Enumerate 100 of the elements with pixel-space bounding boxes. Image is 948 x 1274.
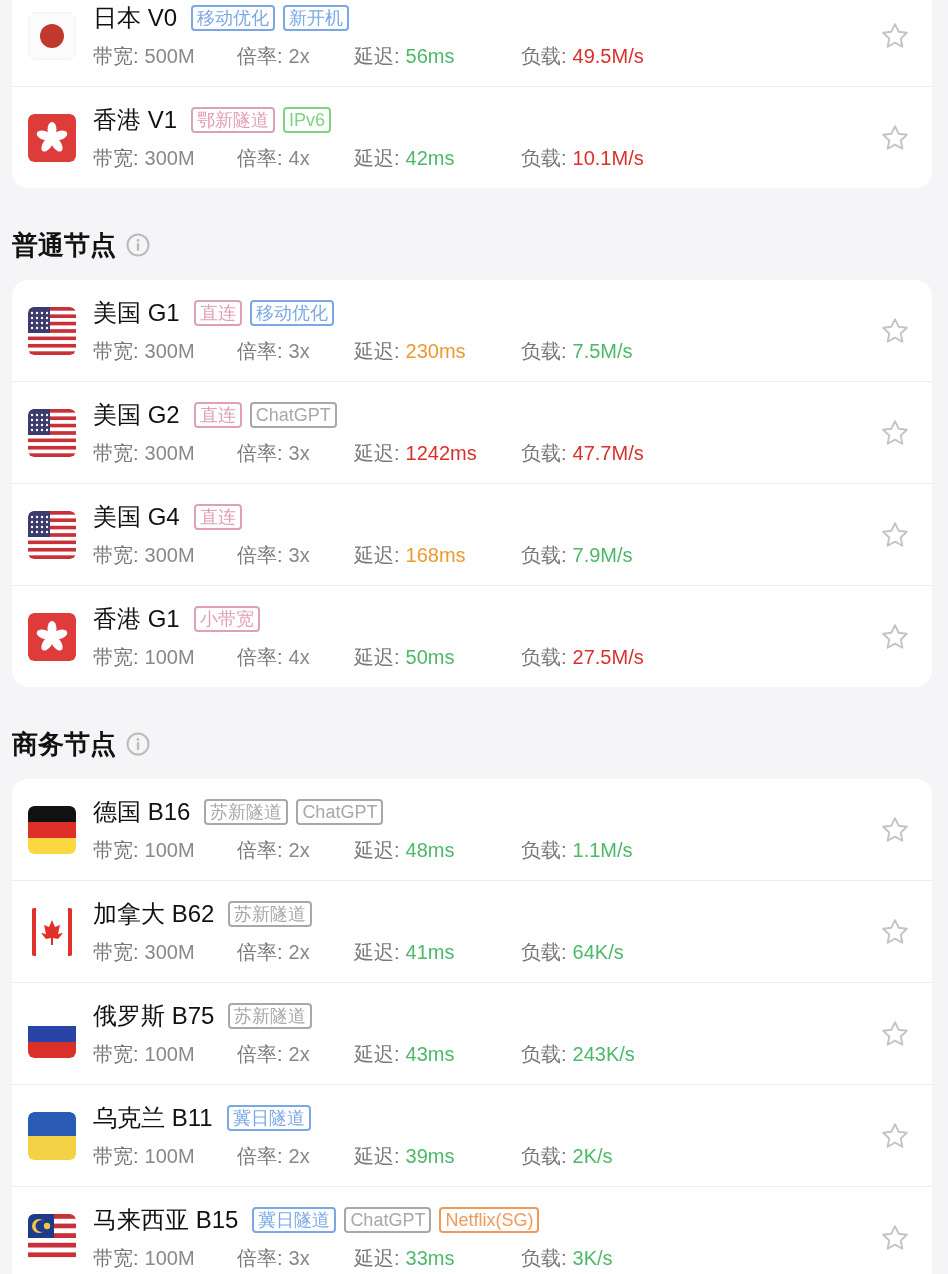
metric-value: 3x bbox=[288, 1246, 310, 1271]
metric-value: 300M bbox=[144, 543, 195, 568]
star-icon[interactable] bbox=[880, 417, 910, 448]
metric-value: 7.5M/s bbox=[572, 339, 633, 364]
metric-value: 100M bbox=[144, 1042, 195, 1067]
metric-label: 带宽: bbox=[93, 441, 139, 466]
node-name: 乌克兰 B11 bbox=[93, 1103, 213, 1133]
metric-value: 3x bbox=[288, 339, 310, 364]
metric-label: 延迟: bbox=[354, 339, 400, 364]
metric-value: 4x bbox=[288, 645, 310, 670]
metric-value: 243K/s bbox=[572, 1042, 635, 1067]
node-tag: 苏新隧道 bbox=[204, 799, 289, 825]
star-icon[interactable] bbox=[880, 1120, 910, 1151]
metric-label: 延迟: bbox=[354, 645, 400, 670]
metric-label: 带宽: bbox=[93, 44, 139, 69]
flag-icon bbox=[28, 510, 76, 559]
node-name: 加拿大 B62 bbox=[93, 899, 215, 929]
metric-label: 负载: bbox=[521, 1246, 567, 1271]
node-tag: ChatGPT bbox=[344, 1207, 432, 1233]
node-tag: 冀日隧道 bbox=[226, 1105, 311, 1131]
node-name: 美国 G1 bbox=[93, 298, 180, 328]
metric-value: 2x bbox=[288, 1042, 310, 1067]
flag-icon bbox=[28, 408, 76, 457]
metric-value: 168ms bbox=[405, 543, 466, 568]
metric-value: 1242ms bbox=[405, 441, 477, 466]
metric-value: 100M bbox=[144, 1246, 195, 1271]
metric-value: 300M bbox=[144, 146, 195, 171]
metric-value: 64K/s bbox=[572, 940, 624, 965]
node-tag: 小带宽 bbox=[193, 606, 260, 632]
metric-label: 负载: bbox=[521, 44, 567, 69]
info-icon[interactable] bbox=[126, 233, 150, 257]
star-icon[interactable] bbox=[880, 122, 910, 153]
star-icon[interactable] bbox=[880, 621, 910, 652]
metric-label: 延迟: bbox=[354, 441, 400, 466]
metric-value: 43ms bbox=[405, 1042, 455, 1067]
metric-label: 倍率: bbox=[237, 44, 283, 69]
node-tag: 苏新隧道 bbox=[228, 901, 313, 927]
metric-label: 倍率: bbox=[237, 1042, 283, 1067]
metric-value: 56ms bbox=[405, 44, 455, 69]
node-name: 马来西亚 B15 bbox=[93, 1205, 239, 1235]
info-icon[interactable] bbox=[126, 732, 150, 756]
node-tag: 冀日隧道 bbox=[252, 1207, 337, 1233]
node-name: 香港 V1 bbox=[93, 105, 178, 135]
metric-label: 延迟: bbox=[354, 940, 400, 965]
section-title: 普通节点 bbox=[12, 230, 116, 260]
star-icon[interactable] bbox=[880, 1018, 910, 1049]
node-tag: 移动优化 bbox=[249, 300, 334, 326]
metric-value: 500M bbox=[144, 44, 195, 69]
metric-label: 延迟: bbox=[354, 146, 400, 171]
metric-label: 倍率: bbox=[237, 1246, 283, 1271]
node-tag: IPv6 bbox=[283, 107, 332, 133]
star-icon[interactable] bbox=[880, 1222, 910, 1253]
metric-value: 2x bbox=[288, 1144, 310, 1169]
metric-label: 带宽: bbox=[93, 838, 139, 863]
metric-label: 带宽: bbox=[93, 146, 139, 171]
metric-label: 负载: bbox=[521, 940, 567, 965]
metric-label: 带宽: bbox=[93, 1246, 139, 1271]
metric-value: 300M bbox=[144, 441, 195, 466]
node-tag: 新开机 bbox=[283, 5, 350, 31]
metric-value: 10.1M/s bbox=[572, 146, 644, 171]
metric-value: 3x bbox=[288, 543, 310, 568]
node-name: 俄罗斯 B75 bbox=[93, 1001, 215, 1031]
metric-value: 42ms bbox=[405, 146, 455, 171]
metric-label: 倍率: bbox=[237, 940, 283, 965]
metric-label: 负载: bbox=[521, 1144, 567, 1169]
node-name: 日本 V0 bbox=[93, 3, 178, 33]
node-tag: 直连 bbox=[193, 402, 242, 428]
metric-label: 负载: bbox=[521, 838, 567, 863]
metric-value: 2x bbox=[288, 940, 310, 965]
metric-label: 延迟: bbox=[354, 1042, 400, 1067]
star-icon[interactable] bbox=[880, 519, 910, 550]
metric-value: 2K/s bbox=[572, 1144, 613, 1169]
star-icon[interactable] bbox=[880, 814, 910, 845]
node-name: 香港 G1 bbox=[93, 604, 180, 634]
star-icon[interactable] bbox=[880, 20, 910, 51]
star-icon[interactable] bbox=[880, 916, 910, 947]
node-tag: 鄂新隧道 bbox=[191, 107, 276, 133]
metric-value: 49.5M/s bbox=[572, 44, 644, 69]
star-icon[interactable] bbox=[880, 315, 910, 346]
metric-label: 倍率: bbox=[237, 543, 283, 568]
metric-label: 延迟: bbox=[354, 44, 400, 69]
metric-label: 倍率: bbox=[237, 339, 283, 364]
metric-label: 带宽: bbox=[93, 1144, 139, 1169]
flag-icon bbox=[28, 1111, 76, 1160]
metric-value: 2x bbox=[288, 838, 310, 863]
metric-value: 41ms bbox=[405, 940, 455, 965]
node-tag: Netflix(SG) bbox=[439, 1207, 540, 1233]
node-name: 德国 B16 bbox=[93, 797, 191, 827]
metric-value: 100M bbox=[144, 645, 195, 670]
metric-value: 27.5M/s bbox=[572, 645, 644, 670]
metric-value: 4x bbox=[288, 146, 310, 171]
metric-value: 100M bbox=[144, 838, 195, 863]
metric-value: 3K/s bbox=[572, 1246, 613, 1271]
metric-label: 延迟: bbox=[354, 543, 400, 568]
metric-value: 48ms bbox=[405, 838, 455, 863]
metric-label: 倍率: bbox=[237, 441, 283, 466]
flag-icon bbox=[28, 805, 76, 854]
metric-label: 负载: bbox=[521, 441, 567, 466]
metric-label: 延迟: bbox=[354, 838, 400, 863]
flag-icon bbox=[28, 11, 76, 60]
